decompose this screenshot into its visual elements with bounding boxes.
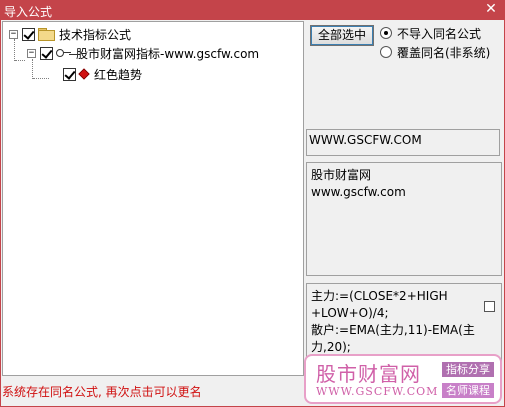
title-bar: 导入公式 ✕ — [0, 0, 505, 20]
option-label: 覆盖同名(非系统) — [397, 45, 491, 60]
code-line: 主力:=(CLOSE*2+HIGH — [311, 289, 448, 303]
tree-line — [33, 78, 49, 79]
tree-node-leaf[interactable]: 红色趋势 — [63, 65, 142, 83]
radio-button[interactable] — [380, 46, 392, 58]
close-icon[interactable]: ✕ — [483, 1, 499, 17]
window-title: 导入公式 — [4, 5, 53, 19]
description-box: 股市财富网 www.gscfw.com — [306, 162, 502, 276]
collapse-toggle[interactable]: − — [9, 29, 18, 39]
option-label: 不导入同名公式 — [397, 26, 482, 41]
description-line: 股市财富网 — [311, 168, 372, 182]
watermark-logo: 股市财富网 WWW.GSCFW.COM 指标分享 名师课程 — [304, 354, 502, 404]
folder-icon — [38, 28, 55, 41]
code-line: +LOW+O)/4; — [311, 306, 389, 320]
watermark-name: 股市财富网 — [316, 362, 421, 386]
collapse-toggle[interactable]: − — [27, 48, 36, 58]
option-overwrite-same-name[interactable]: 覆盖同名(非系统) — [380, 44, 490, 60]
formula-icon — [78, 68, 90, 80]
option-skip-same-name[interactable]: 不导入同名公式 — [380, 25, 481, 41]
select-all-button[interactable]: 全部选中 — [310, 25, 374, 46]
root-checkbox[interactable] — [22, 27, 35, 41]
tree-line — [32, 59, 33, 79]
watermark-tag: 名师课程 — [442, 383, 494, 398]
radio-button[interactable] — [380, 27, 392, 39]
leaf-checkbox[interactable] — [63, 67, 76, 81]
tree-node-root[interactable]: − 技术指标公式 — [9, 25, 131, 43]
description-line: www.gscfw.com — [311, 185, 406, 199]
watermark-url: WWW.GSCFW.COM — [316, 385, 439, 398]
source-url: WWW.GSCFW.COM — [309, 133, 422, 147]
tree-node-label: 股市财富网指标-www.gscfw.com — [76, 46, 260, 61]
code-checkbox[interactable] — [484, 301, 495, 312]
tree-node-child[interactable]: − 股市财富网指标-www.gscfw.com — [27, 44, 259, 62]
tree-node-label: 技术指标公式 — [59, 27, 132, 42]
code-line: 散户:=EMA(主力,11)-EMA(主 — [311, 323, 475, 337]
tree-node-label: 红色趋势 — [94, 67, 143, 82]
status-message: 系统存在同名公式, 再次点击可以更名 — [2, 385, 202, 399]
child-checkbox[interactable] — [40, 46, 53, 60]
tree-line — [15, 60, 25, 61]
source-url-field: WWW.GSCFW.COM — [306, 129, 500, 156]
key-icon — [56, 48, 72, 58]
formula-tree[interactable]: − 技术指标公式 − 股市财富网指标-www.gscfw.com 红色趋势 — [2, 21, 304, 376]
watermark-tag: 指标分享 — [442, 362, 494, 377]
